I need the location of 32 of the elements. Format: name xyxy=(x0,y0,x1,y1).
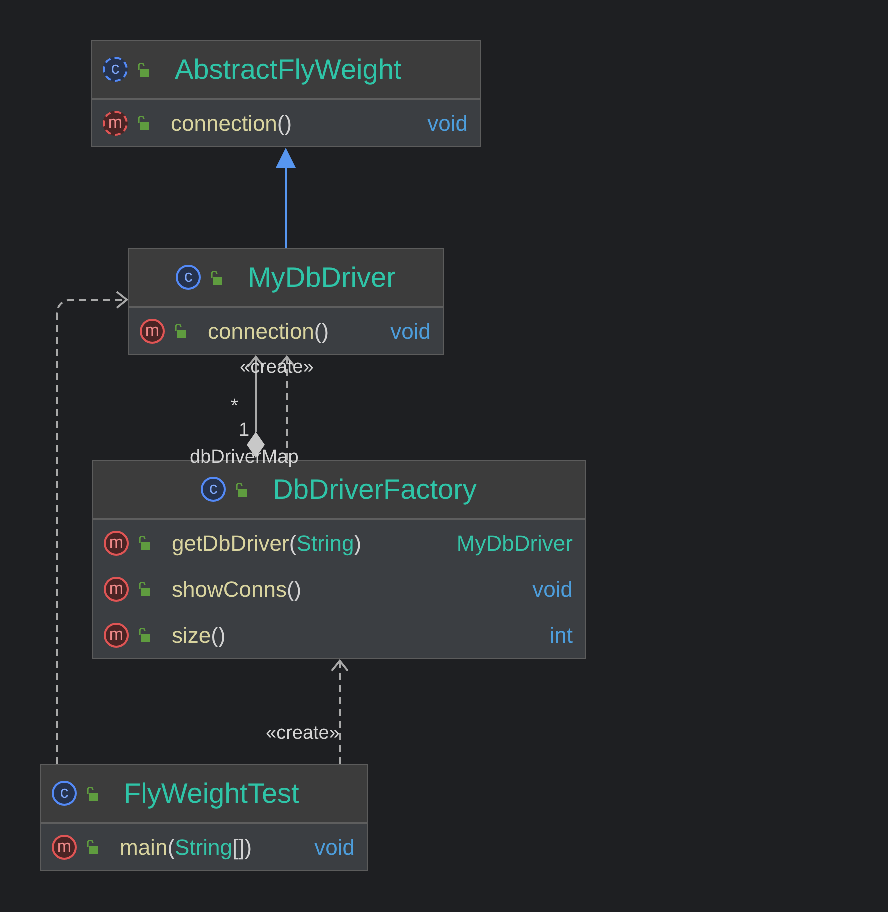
class-node[interactable]: c MyDbDriver m connection() void xyxy=(128,248,444,355)
class-badge-icon: c xyxy=(103,57,128,82)
return-type: int xyxy=(548,622,573,650)
method-signature: size() xyxy=(172,622,226,650)
class-name: AbstractFlyWeight xyxy=(175,52,402,87)
class-badge-icon: c xyxy=(201,477,226,502)
multiplicity-label: * xyxy=(231,396,238,418)
class-name: MyDbDriver xyxy=(248,260,396,295)
class-badge-icon: c xyxy=(52,781,77,806)
method-badge-icon: m xyxy=(104,576,129,602)
class-name: DbDriverFactory xyxy=(273,472,477,507)
stereotype-label: «create» xyxy=(266,723,340,745)
method-badge-icon: m xyxy=(103,110,128,136)
class-node[interactable]: c FlyWeightTest m main(String[]) void xyxy=(40,764,368,871)
method-signature: connection() xyxy=(171,110,292,138)
method-signature: connection() xyxy=(208,318,330,346)
return-type: void xyxy=(532,576,573,604)
method-badge-icon: m xyxy=(140,318,165,344)
return-type: void xyxy=(314,834,355,862)
method-signature: main(String[]) xyxy=(120,834,252,862)
method-badge-icon: m xyxy=(104,622,129,648)
method-signature: getDbDriver(String) xyxy=(172,530,362,558)
return-type: MyDbDriver xyxy=(456,530,573,558)
multiplicity-label: 1 xyxy=(239,420,250,442)
class-node[interactable]: c AbstractFlyWeight m connection() void xyxy=(91,40,481,147)
class-badge-icon: c xyxy=(176,265,202,290)
return-type: void xyxy=(390,318,431,346)
class-name: FlyWeightTest xyxy=(124,776,300,811)
return-type: void xyxy=(426,110,468,138)
method-badge-icon: m xyxy=(104,530,129,556)
method-signature: showConns() xyxy=(172,576,302,604)
method-badge-icon: m xyxy=(52,834,77,860)
